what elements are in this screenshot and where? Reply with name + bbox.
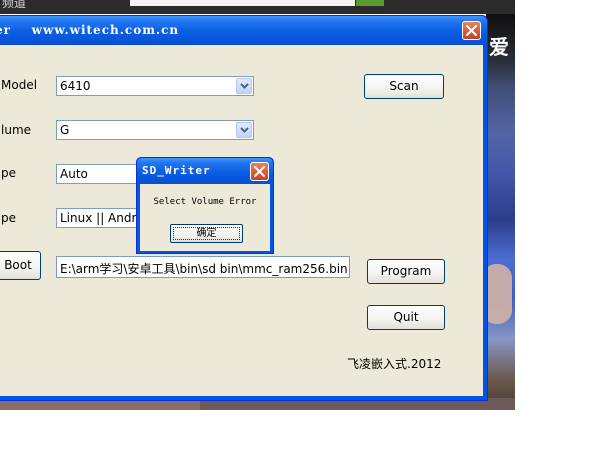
quit-button[interactable]: Quit <box>367 305 445 330</box>
volume-value: G <box>60 123 70 137</box>
close-icon <box>254 166 265 177</box>
background-search-button <box>356 0 384 6</box>
close-icon <box>466 25 477 36</box>
dialog-close-button[interactable] <box>250 162 269 181</box>
boot-file-path[interactable]: E:\arm学习\安卓工具\bin\sd bin\mmc_ram256.bin <box>56 256 350 278</box>
dialog-ok-label: 确定 <box>196 228 217 239</box>
dialog-ok-button[interactable]: 确定 <box>170 224 243 243</box>
model-label: Model <box>1 78 38 92</box>
boot-button[interactable]: Boot <box>0 251 41 280</box>
error-dialog: SD_Writer Select Volume Error 确定 <box>136 157 274 254</box>
background-face <box>486 264 512 324</box>
background-search-field <box>130 0 355 6</box>
type-label-2: pe <box>1 211 16 225</box>
type-label-1: pe <box>1 166 16 180</box>
dialog-title: SD_Writer <box>142 164 211 177</box>
scan-button[interactable]: Scan <box>364 74 444 99</box>
dialog-client-area: Select Volume Error 确定 <box>140 184 270 251</box>
background-overlay-char: 爱 <box>489 35 509 59</box>
program-button[interactable]: Program <box>367 259 445 284</box>
chevron-down-icon <box>240 127 249 133</box>
copyright-text: 飞凌嵌入式.2012 <box>347 357 442 371</box>
volume-select[interactable]: G <box>56 120 254 140</box>
type-value-2: Linux || Andro <box>60 211 144 225</box>
background-video-frame: 爱 <box>486 14 515 410</box>
background-top-bar: 频道 <box>0 0 515 14</box>
window-titlebar[interactable]: er www.witech.com.cn <box>0 16 487 45</box>
volume-label: lume <box>1 123 32 137</box>
window-close-button[interactable] <box>462 21 481 40</box>
model-value: 6410 <box>60 79 91 93</box>
model-select[interactable]: 6410 <box>56 76 254 96</box>
dialog-message: Select Volume Error <box>153 197 257 207</box>
type-value-1: Auto <box>60 167 88 181</box>
window-title: er www.witech.com.cn <box>0 23 180 37</box>
chevron-down-icon <box>240 83 249 89</box>
top-bar-text: 频道 <box>2 0 27 10</box>
volume-dropdown-button[interactable] <box>236 122 252 138</box>
dialog-titlebar[interactable]: SD_Writer <box>137 158 273 184</box>
model-dropdown-button[interactable] <box>236 78 252 94</box>
boot-file-path-value: E:\arm学习\安卓工具\bin\sd bin\mmc_ram256.bin <box>60 262 348 276</box>
